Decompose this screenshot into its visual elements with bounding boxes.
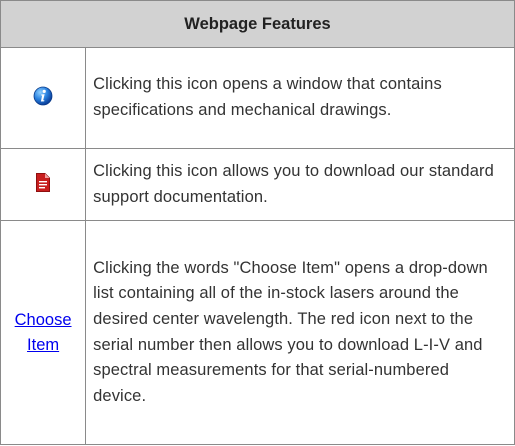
choose-item-link[interactable]: Choose Item [1,308,85,358]
table-row-document: Clicking this icon allows you to downloa… [0,148,515,221]
icon-cell [0,47,87,149]
link-cell: Choose Item [0,220,87,445]
row-description: Clicking this icon allows you to downloa… [85,148,515,221]
table-header-row: Webpage Features [0,0,515,48]
row-description: Clicking the words "Choose Item" opens a… [85,220,515,445]
icon-cell [0,148,87,221]
table-row-choose-item: Choose Item Clicking the words "Choose I… [0,220,515,445]
info-icon[interactable] [33,86,53,111]
document-download-icon[interactable] [36,172,51,197]
table-row-info: Clicking this icon opens a window that c… [0,47,515,149]
row-description: Clicking this icon opens a window that c… [85,47,515,149]
webpage-features-table: Webpage Features Clicking this icon open… [0,0,515,445]
table-title: Webpage Features [0,0,515,48]
